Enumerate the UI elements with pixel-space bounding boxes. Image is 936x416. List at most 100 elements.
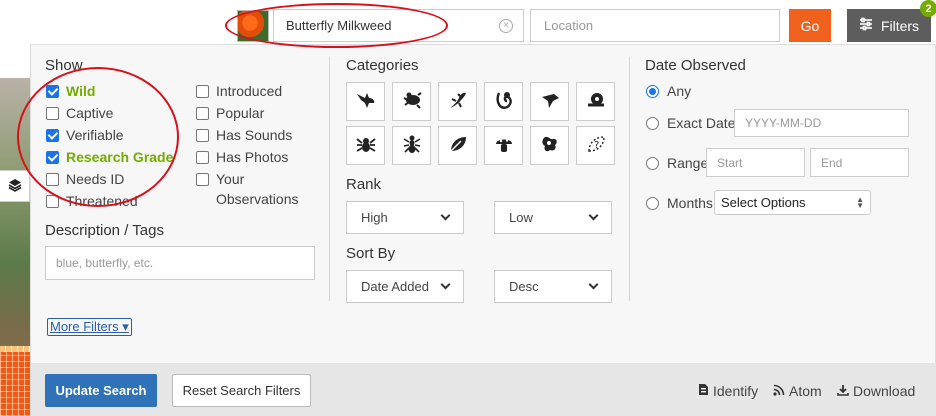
rank-high-value: High [361,210,388,225]
column-divider [329,57,330,301]
show-heading: Show [45,57,83,74]
go-label: Go [800,17,820,34]
more-filters-link[interactable]: More Filters ▾ [47,318,132,336]
radio-dot[interactable] [646,116,659,130]
checkbox-box[interactable] [46,195,59,208]
date-exact-radio[interactable]: Exact Date [646,115,735,131]
exact-date-input[interactable]: YYYY-MM-DD [734,109,909,137]
layers-icon [8,178,22,195]
checkbox-captive[interactable]: Captive [46,105,113,121]
rank-heading: Rank [346,176,382,193]
radio-label: Exact Date [667,115,736,131]
reptile-icon [447,89,469,114]
checkbox-box[interactable] [196,129,209,142]
checkbox-label: Threatened [66,193,138,209]
checkbox-box[interactable] [196,107,209,120]
updown-icon: ▲ ▼ [856,194,864,210]
radio-dot[interactable] [646,156,659,170]
checkbox-box[interactable] [196,85,209,98]
checkbox-verifiable[interactable]: Verifiable [46,127,124,143]
checkbox-research-grade[interactable]: Research Grade [46,149,173,165]
category-mollusk-button[interactable] [576,82,615,121]
range-start-input[interactable]: Start [706,148,805,177]
range-start-placeholder: Start [717,155,743,170]
sort-heading: Sort By [346,245,396,262]
filters-count-badge: 2 [920,0,936,17]
sort-field-value: Date Added [361,279,429,294]
download-label: Download [853,383,916,399]
category-amphibian-button[interactable] [392,82,431,121]
date-months-radio[interactable]: Months [646,195,713,211]
sort-order-select[interactable]: Desc [494,270,612,303]
insect-icon [401,133,423,158]
location-input[interactable]: Location [530,9,780,42]
chevron-down-icon [440,279,451,290]
atom-link[interactable]: Atom [773,383,822,399]
rss-icon [773,383,785,399]
map-layers-button[interactable] [0,170,30,202]
description-heading: Description / Tags [45,222,164,239]
identify-label: Identify [713,383,759,399]
category-arachnid-button[interactable] [346,126,385,165]
category-reptile-button[interactable] [438,82,477,121]
update-search-button[interactable]: Update Search [45,374,157,407]
identify-link[interactable]: Identify [698,383,758,399]
go-button[interactable]: Go [789,9,831,42]
reset-filters-button[interactable]: Reset Search Filters [172,374,311,407]
checkbox-box[interactable] [196,173,209,186]
chevron-down-icon [588,279,599,290]
rank-low-select[interactable]: Low [494,201,612,234]
category-insect-button[interactable] [392,126,431,165]
checkbox-box[interactable] [196,151,209,164]
radio-dot[interactable] [646,84,659,98]
date-range-radio[interactable]: Range [646,155,708,171]
fungi-icon [493,133,515,158]
checkbox-needs-id[interactable]: Needs ID [46,171,124,187]
radio-label: Any [667,83,692,99]
checkbox-label: Captive [66,105,114,121]
checkbox-popular[interactable]: Popular [196,105,264,121]
checkbox-box[interactable] [46,129,59,142]
sort-field-select[interactable]: Date Added [346,270,464,303]
categories-heading: Categories [346,57,419,74]
bird-icon [355,89,377,114]
category-unknown-button[interactable]: ? [576,126,615,165]
checkbox-introduced[interactable]: Introduced [196,83,282,99]
download-icon [837,383,849,399]
checkbox-has-photos[interactable]: Has Photos [196,149,288,165]
filters-panel: Show Wild Captive Verifiable Research Gr… [30,44,936,416]
clear-icon[interactable]: × [499,19,513,33]
category-plant-button[interactable] [438,126,477,165]
months-select[interactable]: Select Options ▲ ▼ [714,190,871,215]
filters-button[interactable]: Filters [847,9,931,42]
checkbox-box[interactable] [46,85,59,98]
description-tags-input[interactable]: blue, butterfly, etc. [45,246,315,280]
checkbox-label: Introduced [216,83,283,99]
rank-high-select[interactable]: High [346,201,464,234]
checkbox-your-observations[interactable]: Your Observations [196,171,306,209]
checkbox-box[interactable] [46,173,59,186]
category-mammal-button[interactable] [484,82,523,121]
checkbox-label: Popular [216,105,265,121]
checkbox-threatened[interactable]: Threatened [46,193,138,209]
checkbox-wild[interactable]: Wild [46,83,95,99]
exact-date-placeholder: YYYY-MM-DD [745,116,822,130]
checkbox-label: Your Observations [216,171,299,207]
checkbox-label: Research Grade [66,149,174,165]
checkbox-has-sounds[interactable]: Has Sounds [196,127,292,143]
category-fungi-button[interactable] [484,126,523,165]
checkbox-label: Wild [66,83,96,99]
range-end-input[interactable]: End [810,148,909,177]
radio-dot[interactable] [646,196,659,210]
range-end-placeholder: End [821,155,843,170]
category-fish-button[interactable] [530,82,569,121]
date-any-radio[interactable]: Any [646,83,691,99]
taxon-search-input[interactable]: Butterfly Milkweed × [273,9,524,42]
category-bird-button[interactable] [346,82,385,121]
unknown-icon: ? [585,133,607,158]
download-link[interactable]: Download [837,383,915,399]
checkbox-box[interactable] [46,151,59,164]
plant-icon [447,133,469,158]
category-protozoa-button[interactable] [530,126,569,165]
checkbox-box[interactable] [46,107,59,120]
